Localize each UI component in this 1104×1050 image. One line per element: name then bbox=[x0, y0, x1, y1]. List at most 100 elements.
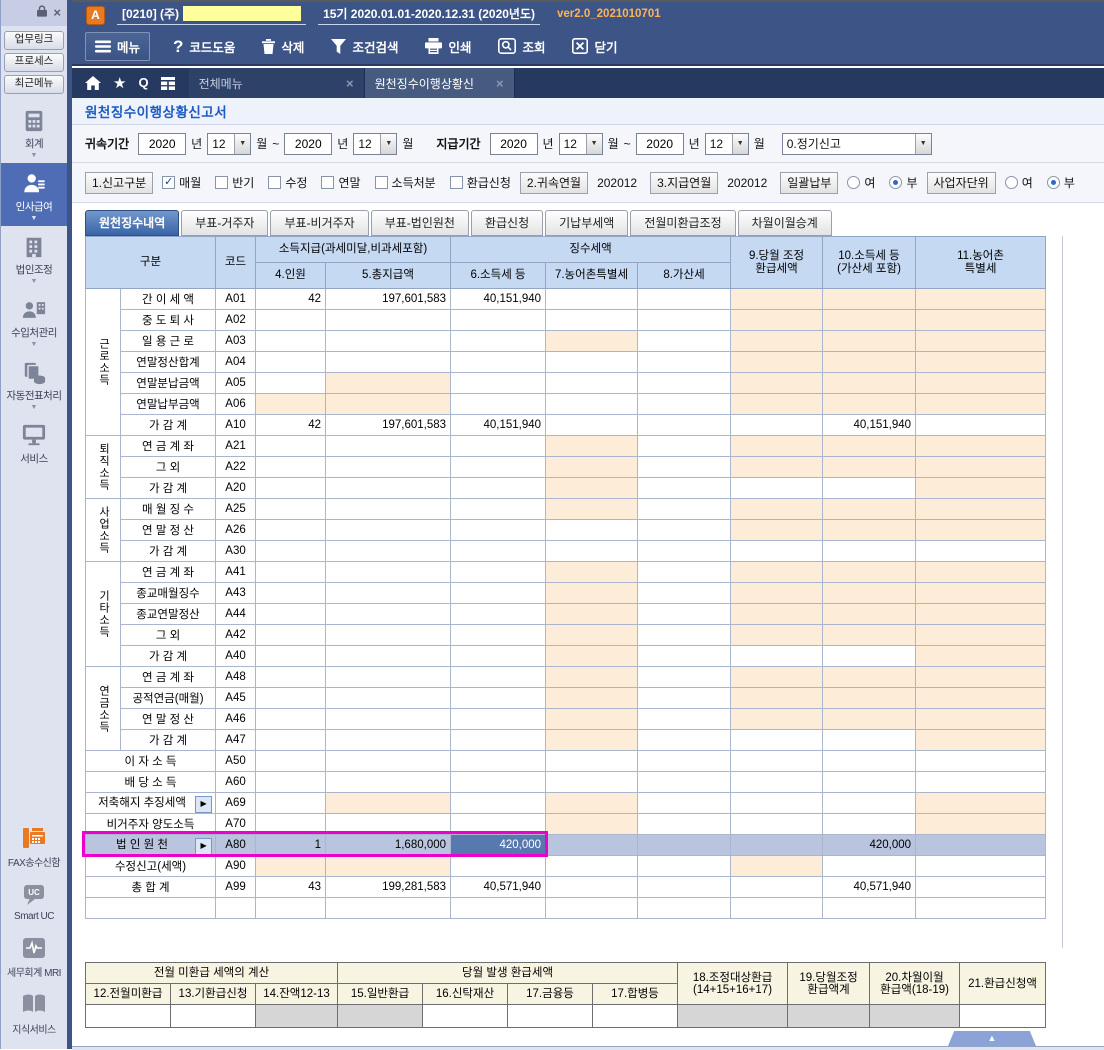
cell-A10-c4[interactable]: 42 bbox=[255, 414, 327, 436]
attribution-to-year-input[interactable] bbox=[284, 132, 333, 155]
cell-A45-c7[interactable] bbox=[545, 687, 639, 709]
cell-A10-c7[interactable] bbox=[545, 414, 639, 436]
expand-row-button[interactable]: ▶ bbox=[195, 795, 213, 813]
cell-A01-c10[interactable] bbox=[822, 288, 917, 310]
cell-empty-c7[interactable] bbox=[545, 897, 639, 919]
cell-empty-c9[interactable] bbox=[730, 897, 824, 919]
cell-A43-c4[interactable] bbox=[255, 582, 327, 604]
cell-A06-c11[interactable] bbox=[915, 393, 1047, 415]
cell-A20-c5[interactable] bbox=[325, 477, 452, 499]
subtab-기납부세액[interactable]: 기납부세액 bbox=[545, 210, 629, 236]
cell-A43-c11[interactable] bbox=[915, 582, 1047, 604]
cell-A42-c9[interactable] bbox=[730, 624, 824, 646]
cell-A50-c7[interactable] bbox=[545, 750, 639, 772]
toolbar-button-조회[interactable]: 조회 bbox=[498, 37, 545, 56]
cell-A50-c10[interactable] bbox=[822, 750, 917, 772]
cell-A50-c9[interactable] bbox=[730, 750, 824, 772]
cell-A20-c4[interactable] bbox=[255, 477, 327, 499]
payment-to-year-input[interactable] bbox=[635, 132, 684, 155]
cell-A40-c5[interactable] bbox=[325, 645, 452, 667]
cell-A22-c10[interactable] bbox=[822, 456, 917, 478]
cell-A60-c9[interactable] bbox=[730, 771, 824, 793]
cell-A45-c5[interactable] bbox=[325, 687, 452, 709]
cell-A50-c8[interactable] bbox=[637, 750, 732, 772]
cell-A40-c6[interactable] bbox=[450, 645, 547, 667]
toolbar-button-메뉴[interactable]: 메뉴 bbox=[85, 31, 151, 61]
cell-A03-c7[interactable] bbox=[545, 330, 639, 352]
cell-A41-c11[interactable] bbox=[915, 561, 1047, 583]
checkbox-연말[interactable]: 연말 bbox=[321, 174, 361, 191]
cell-A30-c4[interactable] bbox=[255, 540, 327, 562]
cell-A22-c6[interactable] bbox=[450, 456, 547, 478]
cell-A99-c10[interactable]: 40,571,940 bbox=[822, 876, 917, 898]
cell-A42-c8[interactable] bbox=[637, 624, 732, 646]
cell-A70-c7[interactable] bbox=[545, 813, 639, 835]
cell-A25-c6[interactable] bbox=[450, 498, 547, 520]
sidebar-item-수입처관리[interactable]: 수입처관리 ▼ bbox=[1, 289, 67, 352]
cell-A04-c7[interactable] bbox=[545, 351, 639, 373]
cell-A30-c11[interactable] bbox=[915, 540, 1047, 562]
refund-cell-5[interactable] bbox=[422, 1004, 509, 1028]
cell-A26-c8[interactable] bbox=[637, 519, 732, 541]
cell-A45-c4[interactable] bbox=[255, 687, 327, 709]
tab-close-icon[interactable]: × bbox=[496, 76, 504, 91]
cell-A44-c11[interactable] bbox=[915, 603, 1047, 625]
cell-A04-c8[interactable] bbox=[637, 351, 732, 373]
cell-A26-c9[interactable] bbox=[730, 519, 824, 541]
cell-empty-c10[interactable] bbox=[822, 897, 917, 919]
cell-A25-c5[interactable] bbox=[325, 498, 452, 520]
star-icon[interactable]: ★ bbox=[113, 76, 126, 91]
cell-A10-c11[interactable] bbox=[915, 414, 1047, 436]
cell-A03-c10[interactable] bbox=[822, 330, 917, 352]
cell-A80-c4[interactable]: 1 bbox=[255, 834, 327, 856]
cell-A48-c6[interactable] bbox=[450, 666, 547, 688]
cell-A70-c9[interactable] bbox=[730, 813, 824, 835]
cell-A90-c5[interactable] bbox=[325, 855, 452, 877]
cell-A43-c9[interactable] bbox=[730, 582, 824, 604]
cell-A90-c11[interactable] bbox=[915, 855, 1047, 877]
cell-A03-c11[interactable] bbox=[915, 330, 1047, 352]
cell-A30-c9[interactable] bbox=[730, 540, 824, 562]
subtab-차월이월승계[interactable]: 차월이월승계 bbox=[737, 210, 832, 236]
subtab-부표-거주자[interactable]: 부표-거주자 bbox=[181, 210, 269, 236]
cell-A25-c4[interactable] bbox=[255, 498, 327, 520]
cell-A26-c10[interactable] bbox=[822, 519, 917, 541]
cell-A99-c6[interactable]: 40,571,940 bbox=[450, 876, 547, 898]
sidebar-button-업무링크[interactable]: 업무링크 bbox=[4, 31, 64, 50]
cell-A01-c11[interactable] bbox=[915, 288, 1047, 310]
cell-A25-c7[interactable] bbox=[545, 498, 639, 520]
cell-A01-c5[interactable]: 197,601,583 bbox=[325, 288, 452, 310]
cell-A05-c6[interactable] bbox=[450, 372, 547, 394]
cell-A04-c4[interactable] bbox=[255, 351, 327, 373]
attribution-from-month-select[interactable]: 12 ▼ bbox=[207, 132, 252, 155]
cell-A45-c10[interactable] bbox=[822, 687, 917, 709]
cell-A26-c6[interactable] bbox=[450, 519, 547, 541]
sidebar-item-서비스[interactable]: 서비스 bbox=[1, 415, 67, 470]
cell-A50-c4[interactable] bbox=[255, 750, 327, 772]
cell-A47-c10[interactable] bbox=[822, 729, 917, 751]
cell-A20-c11[interactable] bbox=[915, 477, 1047, 499]
cell-A06-c4[interactable] bbox=[255, 393, 327, 415]
cell-A40-c9[interactable] bbox=[730, 645, 824, 667]
cell-A02-c8[interactable] bbox=[637, 309, 732, 331]
cell-A46-c7[interactable] bbox=[545, 708, 639, 730]
cell-A42-c7[interactable] bbox=[545, 624, 639, 646]
cell-A04-c5[interactable] bbox=[325, 351, 452, 373]
cell-A25-c11[interactable] bbox=[915, 498, 1047, 520]
cell-A44-c8[interactable] bbox=[637, 603, 732, 625]
refund-cell-11[interactable] bbox=[959, 1004, 1047, 1028]
cell-A90-c7[interactable] bbox=[545, 855, 639, 877]
cell-A41-c4[interactable] bbox=[255, 561, 327, 583]
attribution-from-year-input[interactable] bbox=[138, 132, 187, 155]
cell-A21-c11[interactable] bbox=[915, 435, 1047, 457]
cell-A21-c8[interactable] bbox=[637, 435, 732, 457]
cell-A69-c8[interactable] bbox=[637, 792, 732, 814]
cell-A60-c5[interactable] bbox=[325, 771, 452, 793]
cell-A06-c9[interactable] bbox=[730, 393, 824, 415]
cell-A25-c8[interactable] bbox=[637, 498, 732, 520]
cell-A47-c4[interactable] bbox=[255, 729, 327, 751]
cell-A03-c5[interactable] bbox=[325, 330, 452, 352]
cell-A47-c9[interactable] bbox=[730, 729, 824, 751]
cell-A43-c8[interactable] bbox=[637, 582, 732, 604]
cell-A80-c11[interactable] bbox=[915, 834, 1047, 856]
